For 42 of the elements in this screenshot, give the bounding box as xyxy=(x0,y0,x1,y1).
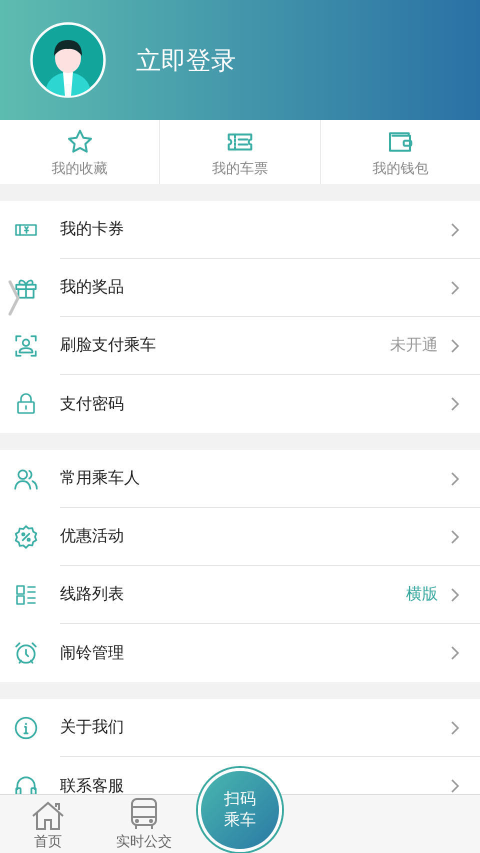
info-icon xyxy=(13,715,39,741)
menu-row[interactable]: 线路列表 横版 xyxy=(0,566,480,624)
row-label: 常用乘车人 xyxy=(60,468,141,489)
menu-row[interactable]: 优惠活动 xyxy=(0,508,480,566)
menu-row[interactable]: 刷脸支付乘车 未开通 xyxy=(0,317,480,375)
row-label: 联系客服 xyxy=(60,776,125,794)
face-scan-icon xyxy=(13,333,39,359)
chevron-right-icon xyxy=(450,528,460,544)
row-label: 支付密码 xyxy=(60,394,125,414)
home-icon xyxy=(31,801,65,831)
menu-row[interactable]: 关于我们 xyxy=(0,699,480,757)
scan-ride-button[interactable]: 扫码 乘车 xyxy=(198,768,282,852)
row-label: 关于我们 xyxy=(60,717,125,738)
chevron-right-icon xyxy=(450,778,460,794)
chevron-right-icon xyxy=(450,470,460,486)
menu-row[interactable]: 常用乘车人 xyxy=(0,450,480,508)
nav-tab[interactable]: 首页 xyxy=(0,795,96,853)
chevron-right-icon xyxy=(450,586,460,602)
row-value: 横版 xyxy=(406,584,438,605)
alarm-clock-icon xyxy=(13,640,39,666)
menu-row[interactable]: 闹铃管理 xyxy=(0,624,480,682)
menu-row[interactable]: 我的奖品 xyxy=(0,259,480,317)
discount-badge-icon xyxy=(13,524,39,550)
chevron-right-icon xyxy=(450,222,460,238)
lock-icon xyxy=(14,391,38,417)
chevron-right-icon xyxy=(450,396,460,412)
chevron-right-icon xyxy=(450,645,460,661)
nav-tab[interactable]: 实时公交 xyxy=(96,795,192,853)
row-value: 未开通 xyxy=(390,335,438,356)
row-label: 我的奖品 xyxy=(60,277,125,298)
row-label: 闹铃管理 xyxy=(60,642,125,664)
menu-row[interactable]: 支付密码 xyxy=(0,375,480,433)
avatar-icon[interactable] xyxy=(30,22,106,98)
chevron-right-icon xyxy=(450,280,460,296)
row-label: 优惠活动 xyxy=(60,526,125,547)
menu-row[interactable]: 我的卡券 xyxy=(0,201,480,259)
row-label: 线路列表 xyxy=(60,584,125,605)
row-label: 我的卡券 xyxy=(60,219,125,240)
chevron-handle-icon[interactable] xyxy=(7,279,21,317)
chevron-right-icon xyxy=(450,338,460,354)
row-label: 刷脸支付乘车 xyxy=(60,335,157,356)
chevron-right-icon xyxy=(450,720,460,736)
